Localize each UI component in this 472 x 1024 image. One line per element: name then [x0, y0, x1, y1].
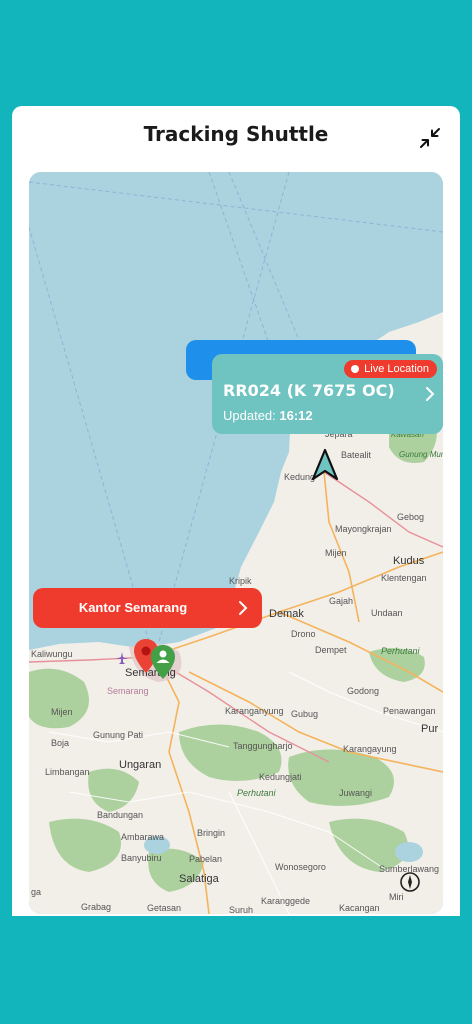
office-label: Kantor Semarang: [78, 600, 188, 615]
map-label-kacangan: Kacangan: [339, 903, 380, 913]
map-label-undaan: Undaan: [371, 608, 403, 618]
map-label-bringin: Bringin: [197, 828, 226, 838]
map-label-banyubiru: Banyubiru: [121, 853, 162, 863]
live-location-label: Live Location: [364, 363, 429, 375]
map-base-layer: [29, 172, 443, 914]
map-label-bandungan: Bandungan: [97, 810, 144, 820]
map-label-gunung-pati: Gunung Pati: [93, 730, 144, 740]
green-user-pin-icon[interactable]: [150, 644, 176, 680]
collapse-button[interactable]: [418, 126, 442, 150]
live-dot-icon: [351, 365, 360, 373]
map-label-grabag: Grabag: [81, 902, 112, 912]
map-label-demak: Demak: [269, 608, 304, 620]
map-label-gebog: Gebog: [397, 512, 425, 522]
compass-icon[interactable]: [399, 871, 421, 893]
airport-icon: [116, 652, 128, 664]
map-label-miri: Miri: [389, 892, 404, 902]
map-label-batealit: Batealit: [341, 450, 372, 460]
map-label-ambarawa: Ambarawa: [121, 832, 165, 842]
map-label-suruh: Suruh: [229, 905, 254, 914]
map-label-getasan: Getasan: [147, 903, 182, 913]
office-location-bar[interactable]: Kantor Semarang: [33, 588, 262, 628]
map-label-pur: Pur: [421, 723, 439, 735]
vehicle-updated: Updated: 16:12: [223, 408, 313, 423]
vehicle-plate: RR024 (K 7675 OC): [223, 381, 395, 400]
chevron-right-icon: [239, 601, 248, 615]
bottom-bar: [0, 916, 472, 1024]
map-label-tanggungharjo: Tanggungharjo: [233, 741, 293, 751]
map-label-drono: Drono: [291, 629, 316, 639]
chevron-right-icon: [426, 387, 435, 401]
map-label-godong: Godong: [347, 686, 380, 696]
map-label-muria: Gunung Muria: [399, 450, 443, 459]
map-label-karanggede: Karanggede: [261, 896, 311, 906]
map-label-limbangan: Limbangan: [45, 767, 90, 777]
updated-label: Updated:: [223, 408, 276, 423]
map-label-mijen-west: Mijen: [51, 707, 73, 717]
map-label-wonosegoro: Wonosegoro: [275, 862, 326, 872]
map-label-juwangi: Juwangi: [339, 788, 373, 798]
page-title: Tracking Shuttle: [143, 122, 329, 146]
map-label-dempet: Dempet: [315, 645, 347, 655]
map-label-klentengan: Klentengan: [381, 573, 427, 583]
map-label-mayongkrajan: Mayongkrajan: [335, 524, 392, 534]
map-label-pabelan: Pabelan: [189, 854, 223, 864]
vehicle-info-card[interactable]: Live Location RR024 (K 7675 OC) Updated:…: [212, 354, 443, 434]
map-label-kripik: Kripik: [229, 576, 252, 586]
map-label-ga: ga: [31, 887, 42, 897]
map-label-perhutani-north: Perhutani: [381, 646, 420, 656]
map-label-kudus: Kudus: [393, 555, 425, 567]
map-label-karanganyung: Karanganyung: [225, 706, 284, 716]
tracking-sheet: Tracking Shuttle Jepara Batealit Kedung …: [12, 106, 460, 916]
map-label-perhutani-south: Perhutani: [237, 788, 276, 798]
map-label-mijen: Mijen: [325, 548, 347, 558]
map-label-penawangan: Penawangan: [383, 706, 436, 716]
navigation-arrow-icon[interactable]: [311, 448, 339, 482]
map-label-semarang-district: Semarang: [107, 686, 149, 696]
updated-time: 16:12: [279, 408, 313, 423]
map-label-ungaran: Ungaran: [119, 759, 162, 771]
map-label-boja: Boja: [51, 738, 70, 748]
collapse-arrows-icon: [420, 128, 440, 148]
map-label-kedungjati: Kedungjati: [259, 772, 302, 782]
map-label-gubug: Gubug: [291, 709, 319, 719]
map-label-salatiga: Salatiga: [179, 873, 219, 885]
map-label-gajah: Gajah: [329, 596, 354, 606]
live-location-badge: Live Location: [344, 360, 437, 378]
map-label-karangayung: Karangayung: [343, 744, 397, 754]
tracking-map[interactable]: Jepara Batealit Kedung Kawasan Gunung Mu…: [29, 172, 443, 914]
map-label-kaliwungu: Kaliwungu: [31, 649, 73, 659]
